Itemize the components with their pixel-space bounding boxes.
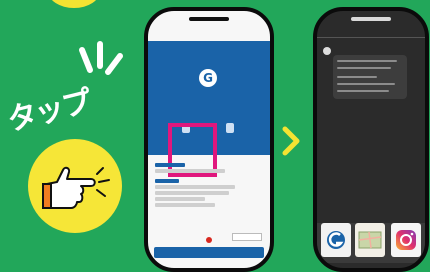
phone-profile-screen: G [144, 7, 274, 272]
phone-chat-screen [313, 7, 429, 272]
info-heading [155, 179, 179, 183]
profile-banner: G [148, 41, 270, 177]
bottom-action-button[interactable] [154, 247, 264, 258]
map-icon [358, 231, 382, 249]
message-line [337, 90, 389, 92]
rich-menu-item-logo[interactable] [321, 223, 351, 257]
screen-header [156, 31, 266, 39]
message-line [337, 60, 397, 62]
info-line [155, 169, 225, 173]
brand-logo-icon [327, 231, 345, 249]
divider [317, 37, 425, 38]
info-line [155, 185, 235, 189]
profile-info [155, 161, 263, 209]
brand-logo-icon: G [199, 69, 217, 87]
tap-label: タップ [3, 84, 94, 139]
chat-header [323, 25, 423, 34]
message-bubble [333, 55, 407, 99]
share-icon [226, 123, 234, 133]
chevron-right-icon [282, 126, 300, 156]
message-line [337, 83, 395, 85]
message-line [337, 67, 391, 69]
info-heading [155, 163, 185, 167]
rich-menu-item-instagram[interactable] [391, 223, 421, 257]
red-dot-icon [206, 237, 212, 243]
info-line [155, 203, 215, 207]
share-button[interactable] [222, 123, 238, 143]
pointing-hand-icon [42, 166, 110, 209]
rich-menu-item-map[interactable] [355, 223, 385, 257]
phone-notch [351, 17, 391, 21]
info-line [155, 197, 205, 201]
info-line [155, 191, 229, 195]
message-line [337, 76, 377, 78]
status-bar [156, 21, 266, 31]
avatar [323, 47, 331, 55]
decorative-yellow-shape [48, 0, 100, 8]
info-tag [232, 233, 262, 241]
instagram-icon [396, 230, 416, 250]
